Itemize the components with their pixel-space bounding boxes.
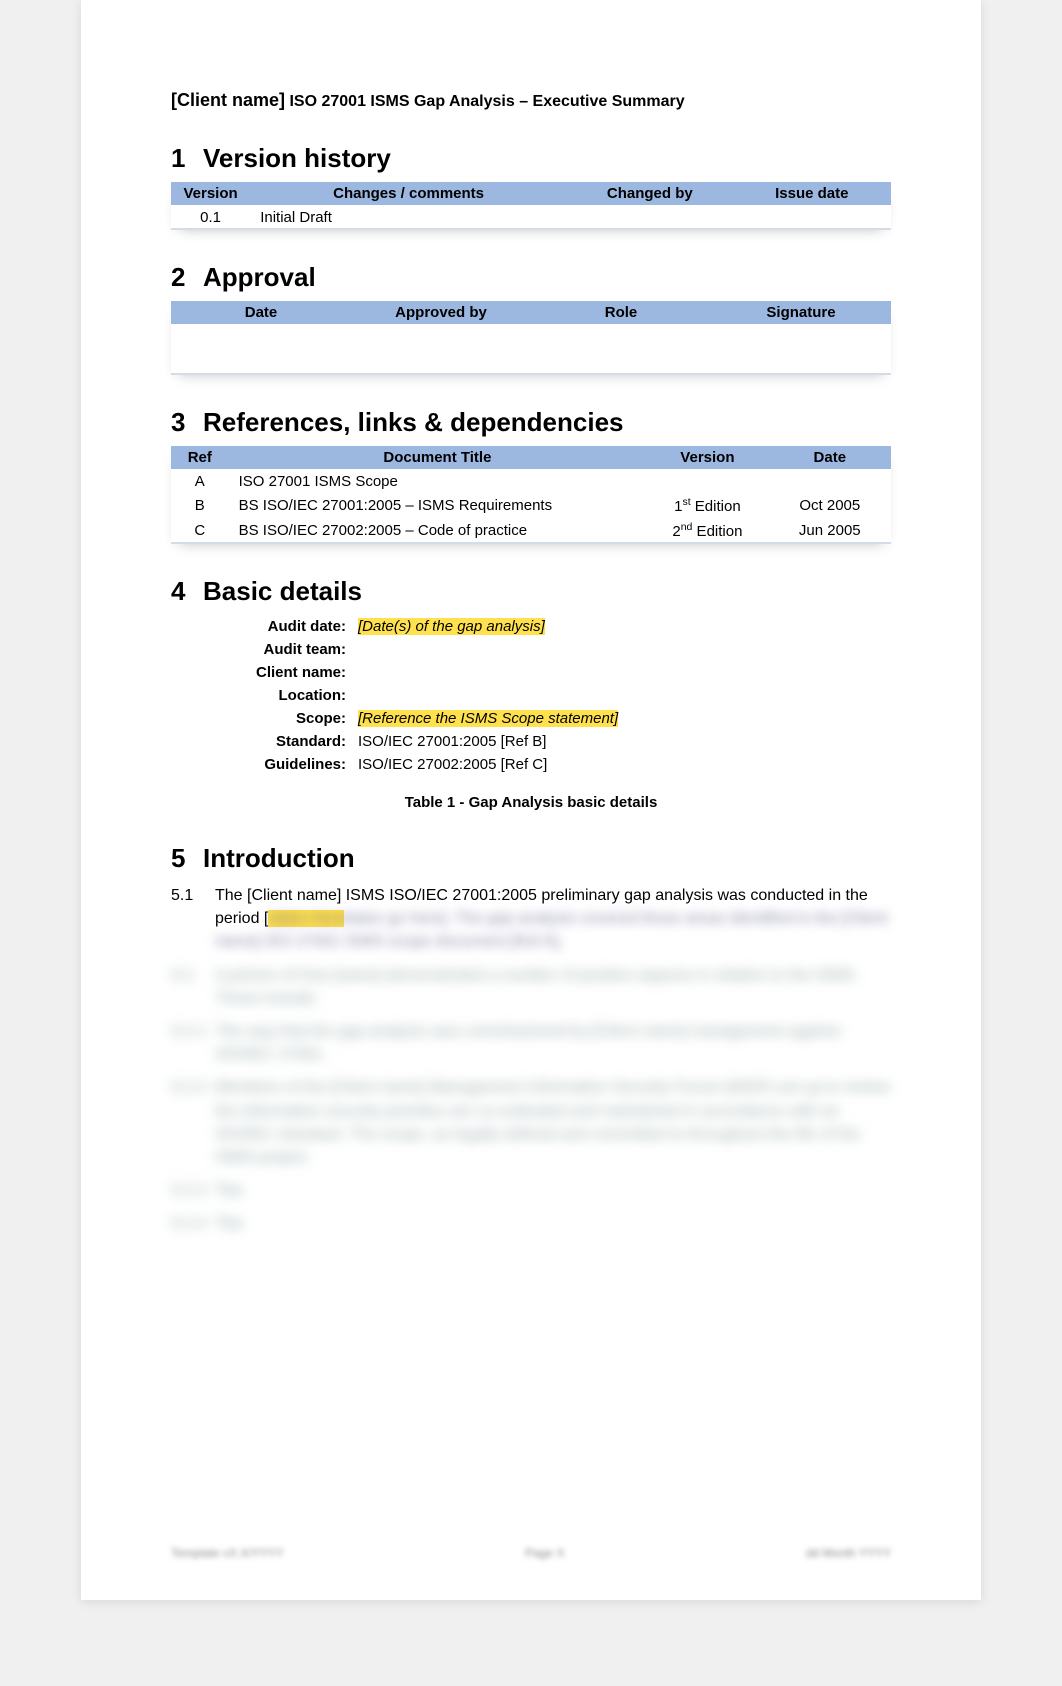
document-header: [Client name] ISO 27001 ISMS Gap Analysi… <box>171 90 891 111</box>
row-scope: Scope: [Reference the ISMS Scope stateme… <box>171 707 891 730</box>
row-standard: Standard: ISO/IEC 27001:2005 [Ref B] <box>171 730 891 753</box>
page-footer: Template vX.X/YYYY Page X dd Month YYYY <box>171 1546 891 1560</box>
version-history-table: Version Changes / comments Changed by Is… <box>171 182 891 230</box>
document-page: [Client name] ISO 27001 ISMS Gap Analysi… <box>81 0 981 1600</box>
col-approved-by: Approved by <box>351 301 531 324</box>
row-client-name: Client name: <box>171 661 891 684</box>
para-5-1: 5.1 The [Client name] ISMS ISO/IEC 27001… <box>171 884 891 954</box>
col-changes: Changes / comments <box>250 182 567 205</box>
table-caption: Table 1 - Gap Analysis basic details <box>171 794 891 811</box>
blurred-paragraph: 5.2.3 Tba <box>171 1179 891 1202</box>
col-date: Date <box>769 446 891 469</box>
blurred-paragraph: 5.2.2 Members of the [Client name] Manag… <box>171 1076 891 1169</box>
doc-subtitle: ISO 27001 ISMS Gap Analysis – Executive … <box>289 93 684 110</box>
row-audit-date: Audit date: [Date(s) of the gap analysis… <box>171 615 891 638</box>
row-audit-team: Audit team: <box>171 638 891 661</box>
introduction-body: 5.1 The [Client name] ISMS ISO/IEC 27001… <box>171 884 891 1235</box>
table-row: C BS ISO/IEC 27002:2005 – Code of practi… <box>171 517 891 543</box>
row-location: Location: <box>171 684 891 707</box>
col-version: Version <box>646 446 768 469</box>
col-version: Version <box>171 182 250 205</box>
section-3-heading: 3References, links & dependencies <box>171 407 891 438</box>
section-4-heading: 4Basic details <box>171 576 891 607</box>
section-2-heading: 2Approval <box>171 262 891 293</box>
col-date: Date <box>171 301 351 324</box>
table-row: 0.1 Initial Draft <box>171 205 891 229</box>
col-ref: Ref <box>171 446 229 469</box>
col-issue-date: Issue date <box>733 182 891 205</box>
blurred-paragraph: 5.2.4 Tba <box>171 1212 891 1235</box>
section-1-heading: 1Version history <box>171 143 891 174</box>
references-table: Ref Document Title Version Date A ISO 27… <box>171 446 891 544</box>
section-5-heading: 5Introduction <box>171 843 891 874</box>
table-row <box>171 324 891 374</box>
blurred-paragraph: 5.2 A picture of how [name] demonstrated… <box>171 964 891 1010</box>
table-row: B BS ISO/IEC 27001:2005 – ISMS Requireme… <box>171 492 891 517</box>
table-row: A ISO 27001 ISMS Scope <box>171 469 891 492</box>
col-doc-title: Document Title <box>229 446 647 469</box>
col-changed-by: Changed by <box>567 182 733 205</box>
row-guidelines: Guidelines: ISO/IEC 27002:2005 [Ref C] <box>171 753 891 776</box>
client-name: [Client name] <box>171 90 285 110</box>
col-role: Role <box>531 301 711 324</box>
approval-table: Date Approved by Role Signature <box>171 301 891 375</box>
col-signature: Signature <box>711 301 891 324</box>
blurred-paragraph: 5.2.1 The way that the gap analysis was … <box>171 1020 891 1066</box>
